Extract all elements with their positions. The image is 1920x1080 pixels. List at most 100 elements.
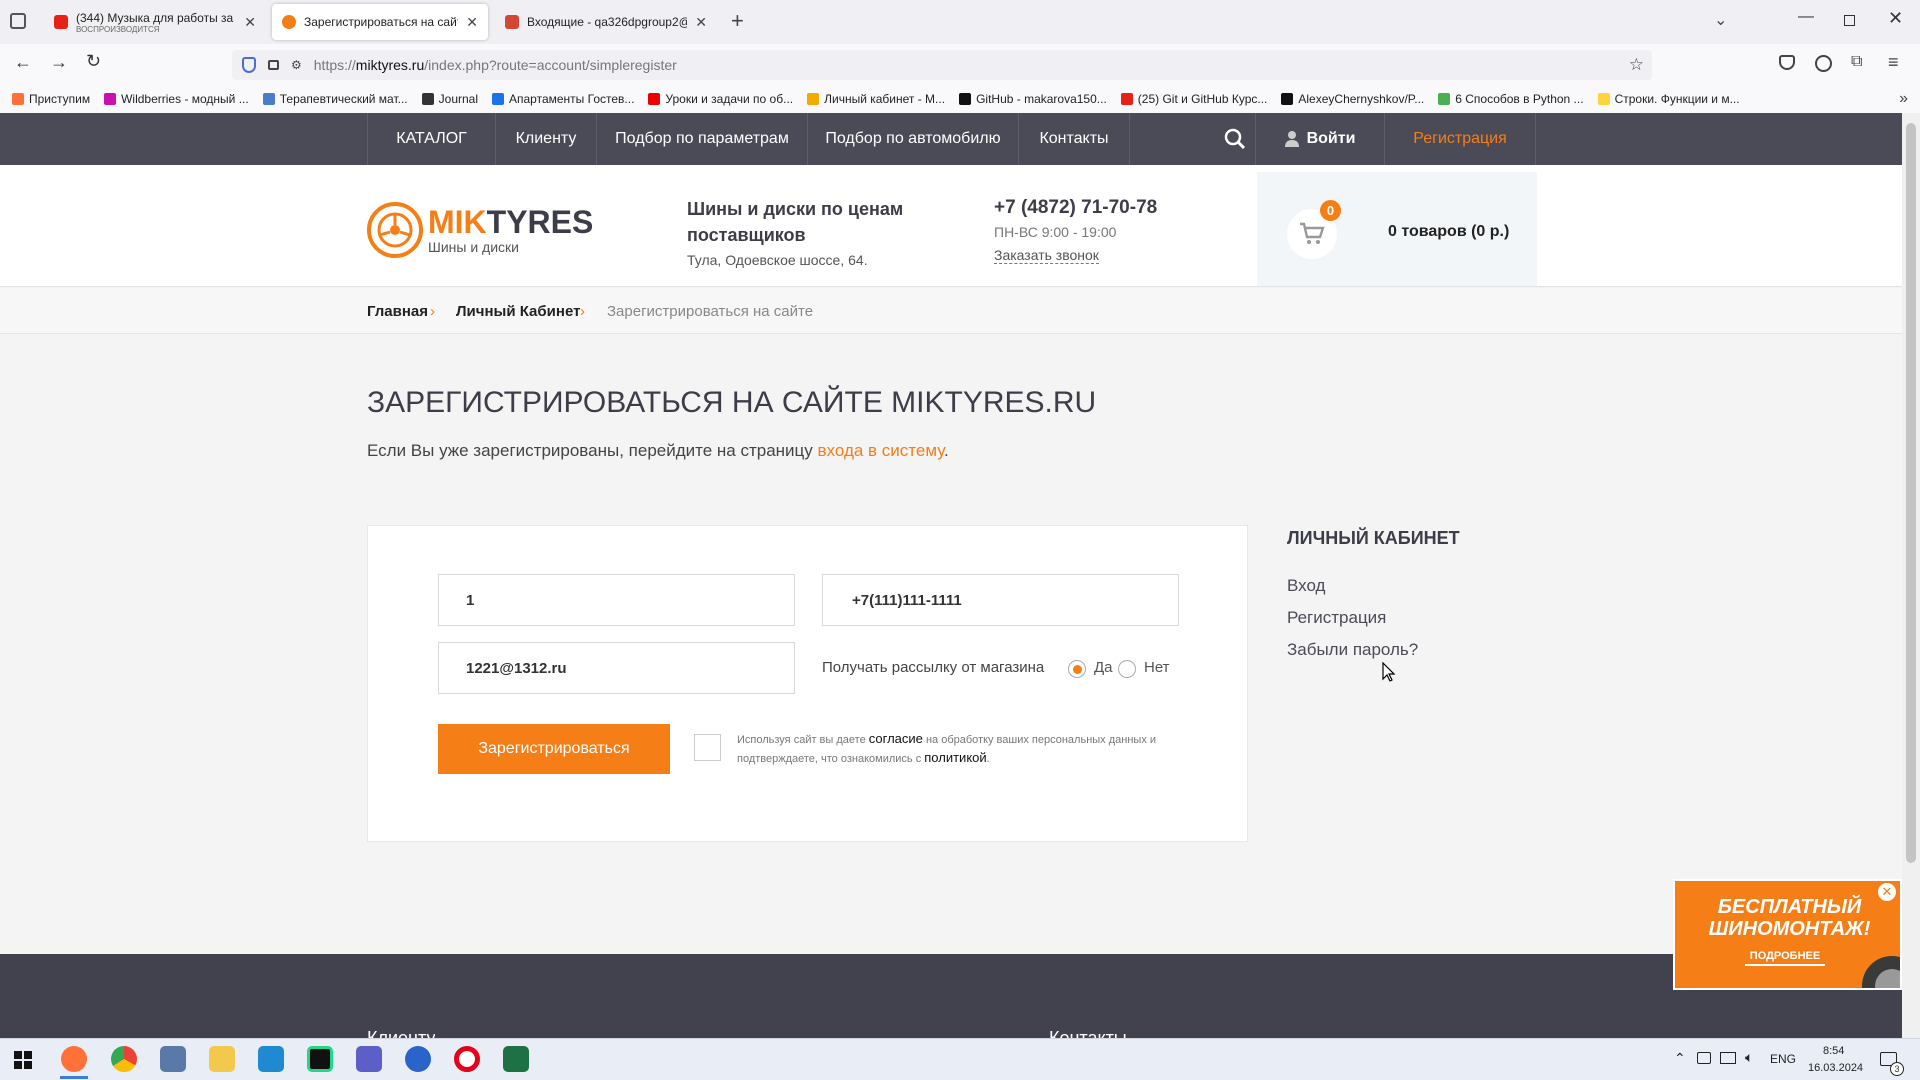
tracking-shield-icon[interactable] bbox=[242, 57, 256, 73]
account-icon[interactable] bbox=[1815, 55, 1832, 72]
newsletter-no-radio[interactable] bbox=[1118, 660, 1136, 678]
bookmark-label: AlexeyChernyshkov/P... bbox=[1298, 91, 1425, 106]
restore-icon[interactable] bbox=[1844, 15, 1855, 26]
consent-part-1: Используя сайт вы даете bbox=[737, 734, 869, 746]
promo-close-icon[interactable]: ✕ bbox=[1878, 883, 1896, 901]
bookmark-label: Уроки и задачи по об... bbox=[665, 91, 794, 106]
clock-time[interactable]: 8:54 bbox=[1823, 1045, 1844, 1057]
login-link[interactable]: входа в систему bbox=[818, 441, 945, 460]
menu-params[interactable]: Подбор по параметрам bbox=[596, 113, 807, 165]
close-window-icon[interactable]: ✕ bbox=[1888, 8, 1903, 29]
callback-link[interactable]: Заказать звонок bbox=[994, 247, 1099, 264]
newsletter-yes-radio[interactable] bbox=[1068, 660, 1086, 678]
email-field[interactable]: 1221@1312.ru bbox=[438, 642, 795, 694]
bookmark-item[interactable]: 6 Способов в Python ... bbox=[1438, 92, 1584, 106]
menu-icon[interactable]: ≡ bbox=[1888, 52, 1899, 73]
bookmark-item[interactable]: GitHub - makarova150... bbox=[959, 92, 1107, 106]
url-prefix: https:// bbox=[313, 57, 356, 73]
menu-client[interactable]: Клиенту bbox=[495, 113, 596, 165]
calculator-icon[interactable] bbox=[160, 1046, 186, 1072]
pycharm-icon[interactable] bbox=[307, 1046, 333, 1072]
menu-catalog[interactable]: КАТАЛОГ bbox=[367, 113, 495, 165]
lock-icon[interactable] bbox=[268, 60, 279, 70]
bookmark-item[interactable]: Journal bbox=[421, 92, 478, 106]
user-icon bbox=[1284, 131, 1299, 147]
cart-summary[interactable]: 0 товаров (0 р.) bbox=[1388, 223, 1509, 241]
network-icon[interactable] bbox=[1720, 1052, 1736, 1064]
bookmark-star-icon[interactable]: ☆ bbox=[1629, 55, 1644, 75]
close-tab-icon[interactable]: ✕ bbox=[695, 14, 707, 31]
close-tab-icon[interactable]: ✕ bbox=[466, 14, 478, 31]
phone-number[interactable]: +7 (4872) 71-70-78 bbox=[994, 197, 1157, 219]
site-logo[interactable]: MIKTYRES Шины и диски bbox=[367, 202, 593, 258]
policy-link[interactable]: политикой bbox=[924, 750, 986, 765]
menu-login[interactable]: Войти bbox=[1255, 113, 1384, 165]
miktyres-icon bbox=[282, 15, 296, 29]
phone-field[interactable]: +7(111)111-1111 bbox=[822, 574, 1179, 626]
menu-register[interactable]: Регистрация bbox=[1384, 113, 1536, 165]
windows-start-icon[interactable] bbox=[14, 1051, 32, 1069]
url-bar[interactable]: ⚙ https://miktyres.ru/index.php?route=ac… bbox=[232, 50, 1652, 80]
bookmark-favicon-icon bbox=[1438, 92, 1451, 105]
vscode-icon[interactable] bbox=[258, 1046, 284, 1072]
sidebar-link-forgot-password[interactable]: Забыли пароль? bbox=[1287, 640, 1418, 660]
bookmark-item[interactable]: (25) Git и GitHub Курс... bbox=[1120, 92, 1267, 106]
opera-icon[interactable] bbox=[454, 1046, 480, 1072]
submit-register-button[interactable]: Зарегистрироваться bbox=[438, 724, 670, 774]
tray-app-icon[interactable] bbox=[1697, 1052, 1711, 1064]
bookmark-favicon-icon bbox=[262, 92, 275, 105]
consent-link[interactable]: согласие bbox=[869, 731, 923, 746]
bookmark-item[interactable]: Wildberries - модный ... bbox=[104, 92, 249, 106]
thunderbird-icon[interactable] bbox=[405, 1046, 431, 1072]
page-title: ЗАРЕГИСТРИРОВАТЬСЯ НА САЙТЕ MIKTYRES.RU bbox=[367, 386, 1097, 419]
site-header bbox=[0, 165, 1902, 287]
extensions-icon[interactable]: ⧉ bbox=[1851, 53, 1862, 71]
bookmark-item[interactable]: Терапевтический мат... bbox=[262, 92, 408, 106]
back-icon[interactable]: ← bbox=[14, 52, 32, 73]
sidebar-link-register[interactable]: Регистрация bbox=[1287, 608, 1386, 628]
new-tab-icon[interactable]: + bbox=[731, 8, 744, 34]
forward-icon[interactable]: → bbox=[50, 52, 68, 73]
file-explorer-icon[interactable] bbox=[209, 1046, 235, 1072]
bookmark-item[interactable]: Уроки и задачи по об... bbox=[648, 92, 793, 106]
minimize-icon[interactable]: — bbox=[1798, 8, 1814, 26]
list-all-tabs-icon[interactable]: ⌄ bbox=[1714, 10, 1727, 30]
volume-icon[interactable]: 🔈︎ bbox=[1745, 1049, 1753, 1066]
tab-register[interactable]: Зарегистрироваться на сайте ✕ bbox=[272, 4, 488, 40]
bookmark-item[interactable]: AlexeyChernyshkov/P... bbox=[1281, 92, 1424, 106]
newsletter-no-label[interactable]: Нет bbox=[1144, 659, 1170, 676]
tab-list-icon[interactable] bbox=[10, 13, 26, 29]
teams-icon[interactable] bbox=[356, 1046, 382, 1072]
more-bookmarks-icon[interactable]: » bbox=[1899, 90, 1908, 108]
close-tab-icon[interactable]: ✕ bbox=[244, 14, 256, 31]
excel-icon[interactable] bbox=[503, 1046, 529, 1072]
promo-banner[interactable]: БЕСПЛАТНЫЙ ШИНОМОНТАЖ! ПОДРОБНЕЕ ✕ bbox=[1673, 879, 1902, 990]
bookmark-item[interactable]: Строки. Функции и м... bbox=[1597, 92, 1740, 106]
consent-checkbox[interactable] bbox=[694, 734, 721, 761]
bookmark-item[interactable]: Приступим bbox=[12, 92, 90, 106]
breadcrumb-home[interactable]: Главная bbox=[367, 303, 428, 320]
page-scrollbar[interactable] bbox=[1902, 113, 1920, 1038]
name-field[interactable]: 1 bbox=[438, 574, 795, 626]
language-indicator[interactable]: ENG bbox=[1770, 1052, 1796, 1066]
bookmark-item[interactable]: Личный кабинет - М... bbox=[807, 92, 945, 106]
tray-expand-icon[interactable]: ⌃ bbox=[1674, 1050, 1686, 1067]
menu-contacts[interactable]: Контакты bbox=[1018, 113, 1129, 165]
breadcrumb-account[interactable]: Личный Кабинет bbox=[456, 303, 580, 320]
newsletter-yes-label[interactable]: Да bbox=[1094, 659, 1113, 676]
firefox-icon[interactable] bbox=[61, 1046, 87, 1072]
scrollbar-thumb[interactable] bbox=[1906, 123, 1916, 863]
tab-gmail[interactable]: Входящие - qa326dpgroup2@ ✕ bbox=[495, 4, 717, 40]
sidebar-link-login[interactable]: Вход bbox=[1287, 576, 1325, 596]
chrome-icon[interactable] bbox=[111, 1046, 137, 1072]
permissions-icon[interactable]: ⚙ bbox=[291, 58, 302, 72]
gmail-icon bbox=[505, 15, 519, 29]
search-button[interactable] bbox=[1129, 113, 1255, 165]
menu-auto[interactable]: Подбор по автомобилю bbox=[807, 113, 1018, 165]
tab-youtube[interactable]: (344) Музыка для работы за к ВОСПРОИЗВОДИ… bbox=[44, 4, 266, 40]
clock-date[interactable]: 16.03.2024 bbox=[1808, 1062, 1863, 1074]
promo-more-button[interactable]: ПОДРОБНЕЕ bbox=[1745, 950, 1825, 966]
working-hours: ПН-ВС 9:00 - 19:00 bbox=[994, 224, 1117, 240]
bookmark-item[interactable]: Апартаменты Гостев... bbox=[492, 92, 634, 106]
reload-icon[interactable]: ↻ bbox=[86, 51, 101, 72]
